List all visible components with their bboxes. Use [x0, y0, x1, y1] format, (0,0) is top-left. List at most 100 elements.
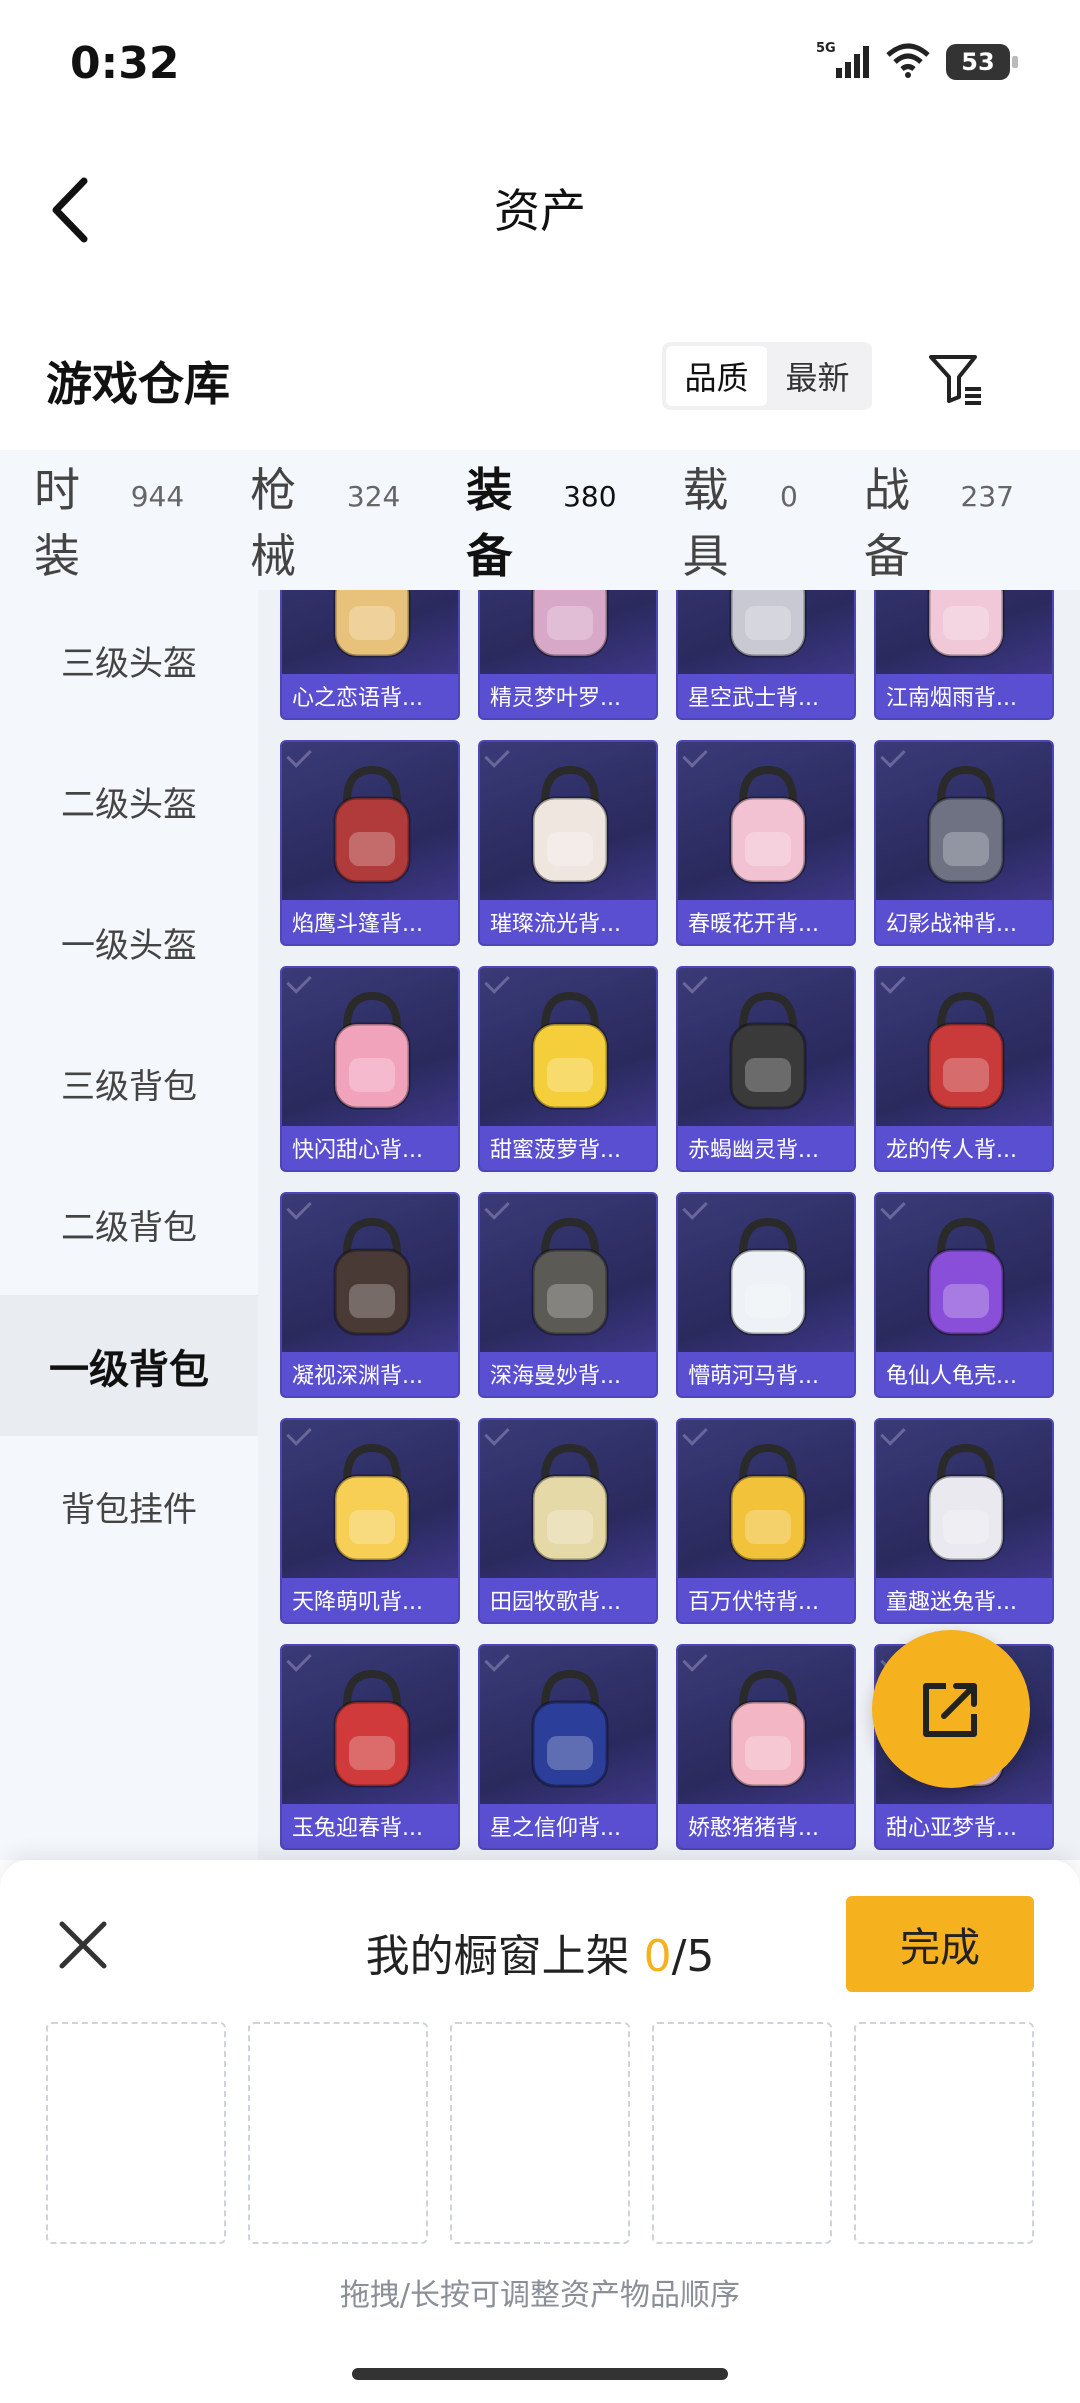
showcase-slot[interactable]: [652, 2022, 832, 2244]
category-tabs: 时装 944 枪械 324 装备 380 载具 0 战备 237: [0, 450, 1080, 614]
backpack-icon: [678, 978, 854, 1128]
item-name: 凝视深渊背...: [282, 1352, 458, 1396]
item-card[interactable]: 快闪甜心背...: [280, 966, 460, 1172]
item-name: 娇憨猪猪背...: [678, 1804, 854, 1848]
item-card[interactable]: 懵萌河马背...: [676, 1192, 856, 1398]
sidebar-item-backpack-charm[interactable]: 背包挂件: [0, 1436, 258, 1577]
showcase-title-text: 我的橱窗上架: [365, 1931, 630, 1982]
reorder-hint: 拖拽/长按可调整资产物品顺序: [339, 2278, 741, 2313]
svg-text:5G: 5G: [816, 41, 836, 56]
backpack-icon: [282, 1656, 458, 1806]
item-card[interactable]: 百万伏特背...: [676, 1418, 856, 1624]
tab-count: 324: [346, 480, 401, 513]
backpack-icon: [480, 1656, 656, 1806]
sidebar-item-helmet-3[interactable]: 三级头盔: [0, 590, 258, 731]
item-card[interactable]: 璀璨流光背...: [478, 740, 658, 946]
share-fab-button[interactable]: [872, 1630, 1030, 1788]
sort-quality-button[interactable]: 品质: [666, 346, 767, 406]
item-card[interactable]: 玉兔迎春背...: [280, 1644, 460, 1850]
tab-count: 0: [780, 480, 798, 513]
item-name: 甜心亚梦背...: [876, 1804, 1052, 1848]
sidebar-item-backpack-2[interactable]: 二级背包: [0, 1154, 258, 1295]
warehouse-bar: 游戏仓库 品质 最新: [0, 320, 1080, 440]
showcase-total-count: /5: [671, 1931, 715, 1982]
item-name: 心之恋语背...: [282, 674, 458, 718]
tab-supplies[interactable]: 战备 237: [864, 454, 1014, 586]
item-name: 龟仙人龟壳...: [876, 1352, 1052, 1396]
item-card[interactable]: 江南烟雨背...: [874, 590, 1054, 720]
item-name: 玉兔迎春背...: [282, 1804, 458, 1848]
item-name: 璀璨流光背...: [480, 900, 656, 944]
sidebar-item-helmet-1[interactable]: 一级头盔: [0, 872, 258, 1013]
item-card[interactable]: 焰鹰斗篷背...: [280, 740, 460, 946]
tab-fashion[interactable]: 时装 944: [34, 454, 184, 586]
item-card[interactable]: 春暖花开背...: [676, 740, 856, 946]
sidebar-item-helmet-2[interactable]: 二级头盔: [0, 731, 258, 872]
item-card[interactable]: 星空武士背...: [676, 590, 856, 720]
item-card[interactable]: 天降萌叽背...: [280, 1418, 460, 1624]
battery-icon: 53: [946, 44, 1018, 80]
home-indicator[interactable]: [352, 2368, 728, 2380]
item-card[interactable]: 娇憨猪猪背...: [676, 1644, 856, 1850]
signal-icon: 5G: [816, 40, 870, 84]
item-name: 甜蜜菠萝背...: [480, 1126, 656, 1170]
filter-button[interactable]: [920, 344, 990, 414]
backpack-icon: [678, 1204, 854, 1354]
backpack-icon: [876, 1204, 1052, 1354]
backpack-icon: [876, 590, 1052, 676]
item-name: 幻影战神背...: [876, 900, 1052, 944]
sort-latest-button[interactable]: 最新: [767, 346, 868, 406]
tab-label: 装备: [466, 463, 513, 583]
item-card[interactable]: 星之信仰背...: [478, 1644, 658, 1850]
item-card[interactable]: 龟仙人龟壳...: [874, 1192, 1054, 1398]
backpack-icon: [876, 1430, 1052, 1580]
backpack-icon: [480, 1204, 656, 1354]
item-name: 快闪甜心背...: [282, 1126, 458, 1170]
sidebar-item-backpack-3[interactable]: 三级背包: [0, 1013, 258, 1154]
item-card[interactable]: 凝视深渊背...: [280, 1192, 460, 1398]
item-card[interactable]: 甜蜜菠萝背...: [478, 966, 658, 1172]
item-name: 焰鹰斗篷背...: [282, 900, 458, 944]
item-name: 懵萌河马背...: [678, 1352, 854, 1396]
item-name: 田园牧歌背...: [480, 1578, 656, 1622]
backpack-icon: [876, 752, 1052, 902]
item-name: 精灵梦叶罗...: [480, 674, 656, 718]
showcase-slot[interactable]: [248, 2022, 428, 2244]
backpack-icon: [480, 978, 656, 1128]
item-card[interactable]: 心之恋语背...: [280, 590, 460, 720]
item-name: 童趣迷兔背...: [876, 1578, 1052, 1622]
item-name: 星之信仰背...: [480, 1804, 656, 1848]
showcase-slot[interactable]: [854, 2022, 1034, 2244]
top-header: 资产: [0, 130, 1080, 290]
page-title: 资产: [494, 184, 586, 238]
tab-count: 380: [563, 480, 617, 513]
showcase-slot[interactable]: [46, 2022, 226, 2244]
sort-toggle: 品质 最新: [662, 342, 872, 410]
item-name: 春暖花开背...: [678, 900, 854, 944]
tab-count: 237: [960, 480, 1014, 513]
item-name: 赤蝎幽灵背...: [678, 1126, 854, 1170]
tab-label: 战备: [863, 463, 910, 583]
tab-label: 枪械: [250, 463, 297, 583]
backpack-icon: [678, 1656, 854, 1806]
backpack-icon: [480, 1430, 656, 1580]
item-card[interactable]: 赤蝎幽灵背...: [676, 966, 856, 1172]
item-card[interactable]: 精灵梦叶罗...: [478, 590, 658, 720]
showcase-panel: 我的橱窗上架 0/5 完成 拖拽/长按可调整资产物品顺序: [0, 1860, 1080, 2403]
wifi-icon: [884, 41, 932, 83]
status-bar: 0:32 5G 53: [0, 0, 1080, 130]
tab-firearms[interactable]: 枪械 324: [250, 454, 400, 586]
backpack-icon: [282, 1204, 458, 1354]
tab-vehicles[interactable]: 载具 0: [683, 454, 798, 586]
item-card[interactable]: 童趣迷兔背...: [874, 1418, 1054, 1624]
item-card[interactable]: 田园牧歌背...: [478, 1418, 658, 1624]
tab-equipment[interactable]: 装备 380: [466, 454, 617, 614]
sidebar-item-backpack-1[interactable]: 一级背包: [0, 1295, 258, 1436]
item-card[interactable]: 幻影战神背...: [874, 740, 1054, 946]
item-name: 深海曼妙背...: [480, 1352, 656, 1396]
item-card[interactable]: 深海曼妙背...: [478, 1192, 658, 1398]
item-card[interactable]: 龙的传人背...: [874, 966, 1054, 1172]
showcase-slot[interactable]: [450, 2022, 630, 2244]
showcase-slots: [46, 2022, 1034, 2244]
done-button[interactable]: 完成: [846, 1896, 1034, 1992]
